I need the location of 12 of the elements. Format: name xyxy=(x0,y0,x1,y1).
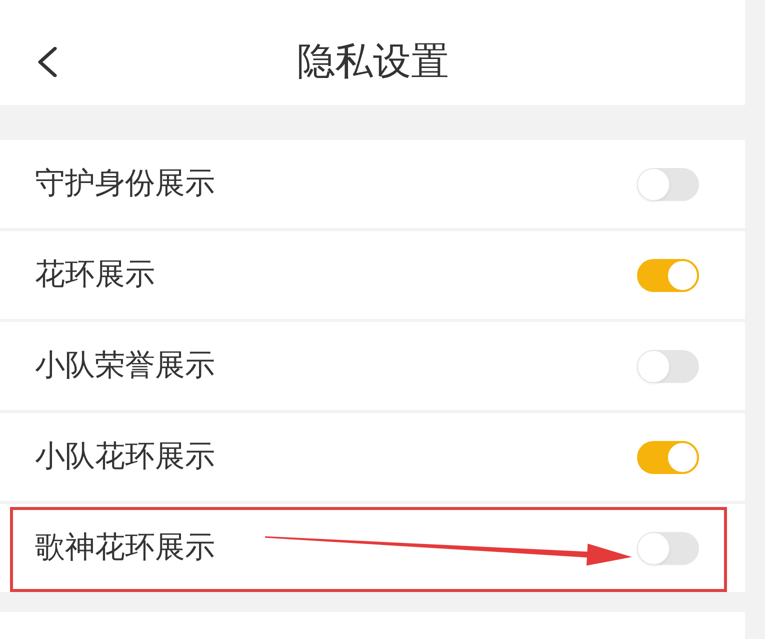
toggle-switch[interactable] xyxy=(637,168,699,200)
page-title: 隐私设置 xyxy=(297,38,449,84)
toggle-switch[interactable] xyxy=(637,440,699,474)
toggle-switch[interactable] xyxy=(637,532,699,564)
toggle-switch[interactable] xyxy=(637,258,699,292)
setting-label: 守护身份展示 xyxy=(35,166,215,202)
back-icon[interactable] xyxy=(37,46,57,76)
setting-label: 歌神花环展示 xyxy=(35,530,215,566)
toggle-switch[interactable] xyxy=(637,350,699,382)
setting-label: 小队花环展示 xyxy=(35,439,215,475)
setting-label: 花环展示 xyxy=(35,257,155,293)
setting-label: 小队荣誉展示 xyxy=(35,348,215,384)
